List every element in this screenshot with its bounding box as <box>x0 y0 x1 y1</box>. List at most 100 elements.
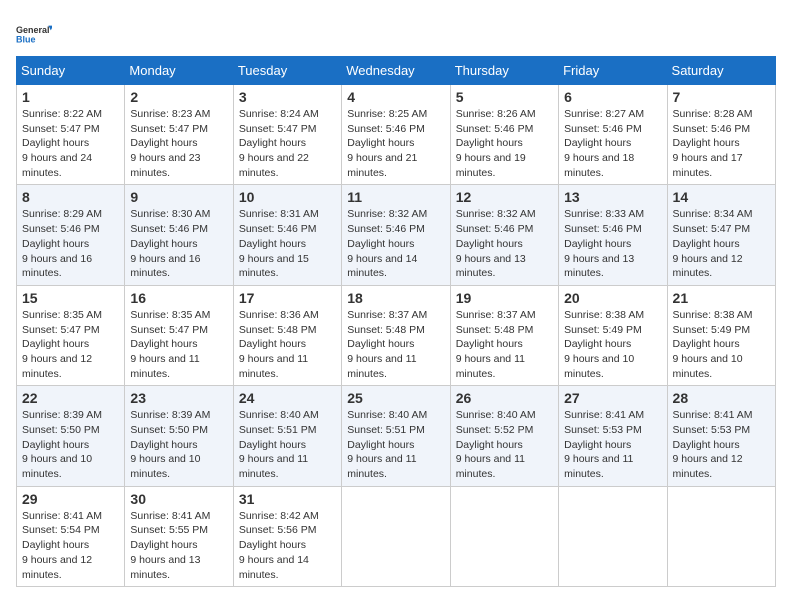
calendar-cell: 20 Sunrise: 8:38 AM Sunset: 5:49 PM Dayl… <box>559 285 667 385</box>
day-number: 24 <box>239 390 336 406</box>
svg-text:Blue: Blue <box>16 34 36 44</box>
calendar-cell: 10 Sunrise: 8:31 AM Sunset: 5:46 PM Dayl… <box>233 185 341 285</box>
calendar-week-row: 1 Sunrise: 8:22 AM Sunset: 5:47 PM Dayli… <box>17 85 776 185</box>
day-number: 9 <box>130 189 227 205</box>
day-info: Sunrise: 8:35 AM Sunset: 5:47 PM Dayligh… <box>22 308 119 381</box>
day-info: Sunrise: 8:42 AM Sunset: 5:56 PM Dayligh… <box>239 509 336 582</box>
day-info: Sunrise: 8:40 AM Sunset: 5:52 PM Dayligh… <box>456 408 553 481</box>
day-number: 8 <box>22 189 119 205</box>
day-info: Sunrise: 8:38 AM Sunset: 5:49 PM Dayligh… <box>673 308 770 381</box>
calendar-cell: 9 Sunrise: 8:30 AM Sunset: 5:46 PM Dayli… <box>125 185 233 285</box>
day-number: 28 <box>673 390 770 406</box>
day-number: 26 <box>456 390 553 406</box>
day-number: 10 <box>239 189 336 205</box>
day-info: Sunrise: 8:37 AM Sunset: 5:48 PM Dayligh… <box>456 308 553 381</box>
calendar-cell <box>559 486 667 586</box>
calendar-cell: 30 Sunrise: 8:41 AM Sunset: 5:55 PM Dayl… <box>125 486 233 586</box>
day-number: 18 <box>347 290 444 306</box>
calendar-cell: 18 Sunrise: 8:37 AM Sunset: 5:48 PM Dayl… <box>342 285 450 385</box>
day-info: Sunrise: 8:31 AM Sunset: 5:46 PM Dayligh… <box>239 207 336 280</box>
day-info: Sunrise: 8:27 AM Sunset: 5:46 PM Dayligh… <box>564 107 661 180</box>
calendar-cell: 25 Sunrise: 8:40 AM Sunset: 5:51 PM Dayl… <box>342 386 450 486</box>
day-info: Sunrise: 8:38 AM Sunset: 5:49 PM Dayligh… <box>564 308 661 381</box>
calendar-cell: 4 Sunrise: 8:25 AM Sunset: 5:46 PM Dayli… <box>342 85 450 185</box>
day-info: Sunrise: 8:25 AM Sunset: 5:46 PM Dayligh… <box>347 107 444 180</box>
calendar-cell: 27 Sunrise: 8:41 AM Sunset: 5:53 PM Dayl… <box>559 386 667 486</box>
calendar-cell: 26 Sunrise: 8:40 AM Sunset: 5:52 PM Dayl… <box>450 386 558 486</box>
calendar-cell: 12 Sunrise: 8:32 AM Sunset: 5:46 PM Dayl… <box>450 185 558 285</box>
logo-svg: General Blue <box>16 16 52 52</box>
day-number: 4 <box>347 89 444 105</box>
calendar-cell: 2 Sunrise: 8:23 AM Sunset: 5:47 PM Dayli… <box>125 85 233 185</box>
day-info: Sunrise: 8:39 AM Sunset: 5:50 PM Dayligh… <box>130 408 227 481</box>
day-number: 23 <box>130 390 227 406</box>
day-number: 31 <box>239 491 336 507</box>
day-number: 19 <box>456 290 553 306</box>
day-number: 25 <box>347 390 444 406</box>
day-number: 16 <box>130 290 227 306</box>
calendar-cell: 28 Sunrise: 8:41 AM Sunset: 5:53 PM Dayl… <box>667 386 775 486</box>
day-number: 6 <box>564 89 661 105</box>
day-info: Sunrise: 8:28 AM Sunset: 5:46 PM Dayligh… <box>673 107 770 180</box>
calendar-cell: 11 Sunrise: 8:32 AM Sunset: 5:46 PM Dayl… <box>342 185 450 285</box>
day-info: Sunrise: 8:33 AM Sunset: 5:46 PM Dayligh… <box>564 207 661 280</box>
day-number: 5 <box>456 89 553 105</box>
day-info: Sunrise: 8:30 AM Sunset: 5:46 PM Dayligh… <box>130 207 227 280</box>
calendar-cell: 5 Sunrise: 8:26 AM Sunset: 5:46 PM Dayli… <box>450 85 558 185</box>
day-info: Sunrise: 8:35 AM Sunset: 5:47 PM Dayligh… <box>130 308 227 381</box>
weekday-header: Friday <box>559 57 667 85</box>
day-info: Sunrise: 8:41 AM Sunset: 5:55 PM Dayligh… <box>130 509 227 582</box>
day-number: 17 <box>239 290 336 306</box>
day-number: 1 <box>22 89 119 105</box>
day-number: 7 <box>673 89 770 105</box>
day-number: 2 <box>130 89 227 105</box>
calendar-cell <box>450 486 558 586</box>
calendar-cell: 31 Sunrise: 8:42 AM Sunset: 5:56 PM Dayl… <box>233 486 341 586</box>
day-info: Sunrise: 8:32 AM Sunset: 5:46 PM Dayligh… <box>347 207 444 280</box>
weekday-header: Saturday <box>667 57 775 85</box>
day-info: Sunrise: 8:41 AM Sunset: 5:54 PM Dayligh… <box>22 509 119 582</box>
day-info: Sunrise: 8:32 AM Sunset: 5:46 PM Dayligh… <box>456 207 553 280</box>
calendar-cell: 6 Sunrise: 8:27 AM Sunset: 5:46 PM Dayli… <box>559 85 667 185</box>
calendar-cell: 14 Sunrise: 8:34 AM Sunset: 5:47 PM Dayl… <box>667 185 775 285</box>
calendar-cell: 21 Sunrise: 8:38 AM Sunset: 5:49 PM Dayl… <box>667 285 775 385</box>
calendar-cell <box>667 486 775 586</box>
day-number: 13 <box>564 189 661 205</box>
calendar-week-row: 29 Sunrise: 8:41 AM Sunset: 5:54 PM Dayl… <box>17 486 776 586</box>
calendar-cell: 1 Sunrise: 8:22 AM Sunset: 5:47 PM Dayli… <box>17 85 125 185</box>
day-number: 30 <box>130 491 227 507</box>
day-number: 20 <box>564 290 661 306</box>
logo: General Blue <box>16 16 52 52</box>
calendar-cell: 16 Sunrise: 8:35 AM Sunset: 5:47 PM Dayl… <box>125 285 233 385</box>
calendar-cell: 19 Sunrise: 8:37 AM Sunset: 5:48 PM Dayl… <box>450 285 558 385</box>
day-number: 11 <box>347 189 444 205</box>
calendar-week-row: 22 Sunrise: 8:39 AM Sunset: 5:50 PM Dayl… <box>17 386 776 486</box>
weekday-header: Wednesday <box>342 57 450 85</box>
day-number: 21 <box>673 290 770 306</box>
calendar-cell: 29 Sunrise: 8:41 AM Sunset: 5:54 PM Dayl… <box>17 486 125 586</box>
day-info: Sunrise: 8:36 AM Sunset: 5:48 PM Dayligh… <box>239 308 336 381</box>
day-number: 22 <box>22 390 119 406</box>
calendar-cell: 22 Sunrise: 8:39 AM Sunset: 5:50 PM Dayl… <box>17 386 125 486</box>
weekday-header: Monday <box>125 57 233 85</box>
calendar-cell: 24 Sunrise: 8:40 AM Sunset: 5:51 PM Dayl… <box>233 386 341 486</box>
day-info: Sunrise: 8:40 AM Sunset: 5:51 PM Dayligh… <box>239 408 336 481</box>
calendar-cell <box>342 486 450 586</box>
day-info: Sunrise: 8:22 AM Sunset: 5:47 PM Dayligh… <box>22 107 119 180</box>
day-info: Sunrise: 8:26 AM Sunset: 5:46 PM Dayligh… <box>456 107 553 180</box>
day-number: 29 <box>22 491 119 507</box>
weekday-header-row: SundayMondayTuesdayWednesdayThursdayFrid… <box>17 57 776 85</box>
day-info: Sunrise: 8:39 AM Sunset: 5:50 PM Dayligh… <box>22 408 119 481</box>
day-info: Sunrise: 8:41 AM Sunset: 5:53 PM Dayligh… <box>564 408 661 481</box>
day-number: 27 <box>564 390 661 406</box>
day-number: 12 <box>456 189 553 205</box>
page-header: General Blue <box>16 16 776 52</box>
day-info: Sunrise: 8:40 AM Sunset: 5:51 PM Dayligh… <box>347 408 444 481</box>
day-info: Sunrise: 8:37 AM Sunset: 5:48 PM Dayligh… <box>347 308 444 381</box>
weekday-header: Thursday <box>450 57 558 85</box>
calendar-week-row: 15 Sunrise: 8:35 AM Sunset: 5:47 PM Dayl… <box>17 285 776 385</box>
day-number: 15 <box>22 290 119 306</box>
calendar-cell: 8 Sunrise: 8:29 AM Sunset: 5:46 PM Dayli… <box>17 185 125 285</box>
day-info: Sunrise: 8:41 AM Sunset: 5:53 PM Dayligh… <box>673 408 770 481</box>
calendar-week-row: 8 Sunrise: 8:29 AM Sunset: 5:46 PM Dayli… <box>17 185 776 285</box>
